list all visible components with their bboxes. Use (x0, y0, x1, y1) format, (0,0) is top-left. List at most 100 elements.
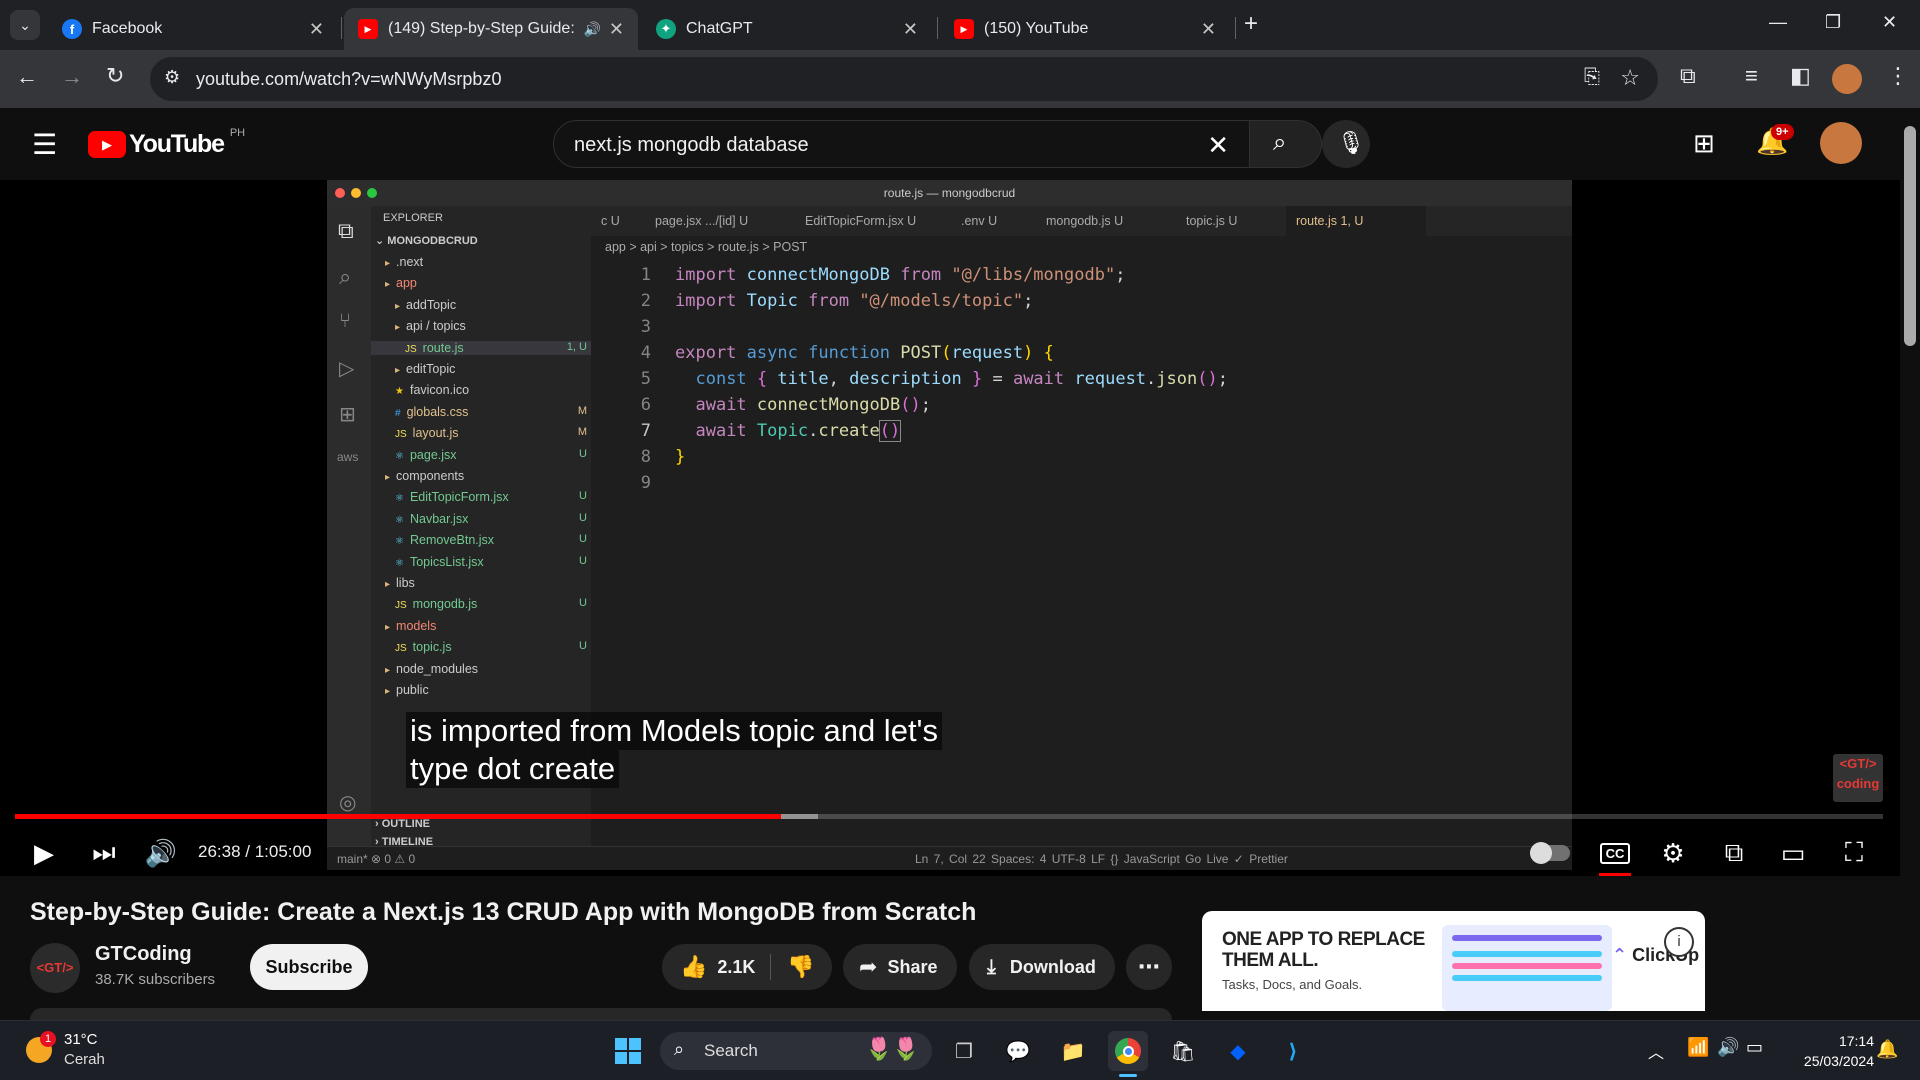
file-tree-label: public (396, 683, 429, 697)
channel-watermark[interactable]: <GT/> coding (1833, 754, 1883, 802)
search-input[interactable]: next.js mongodb database ✕ (553, 120, 1250, 168)
git-status: U (579, 597, 587, 610)
address-bar[interactable]: ⚙ youtube.com/watch?v=wNWyMsrpbz0 ⎘ ☆ (150, 57, 1658, 101)
channel-avatar[interactable]: <GT/> (30, 943, 80, 993)
file-tree-item: ▸ addTopic (395, 298, 591, 312)
dislike-button[interactable]: 👎 (771, 954, 814, 980)
youtube-play-logo-icon: ▶ (88, 131, 126, 158)
install-app-icon[interactable]: ⎘ (1584, 66, 1600, 89)
audio-playing-icon[interactable]: 🔊 (583, 21, 600, 38)
youtube-header: ☰ ▶ YouTube PH next.js mongodb database … (0, 108, 1900, 180)
close-tab-icon[interactable]: ✕ (1201, 19, 1216, 40)
browser-tab-youtube-video[interactable]: ▶ (149) Step-by-Step Guide: C 🔊 ✕ (344, 8, 638, 50)
media-control-icon[interactable]: ≡ (1745, 63, 1758, 89)
profile-avatar[interactable] (1832, 64, 1862, 94)
outline-section: › OUTLINE (375, 818, 431, 830)
autoplay-toggle[interactable] (1527, 830, 1573, 876)
editor-tab: .env U (961, 214, 998, 228)
like-button[interactable]: 👍 2.1K (662, 954, 770, 980)
close-window-icon[interactable]: ✕ (1882, 12, 1897, 33)
miniplayer-icon[interactable]: ⧉ (1716, 830, 1752, 876)
create-video-icon[interactable]: ⊞ (1693, 128, 1715, 159)
search-query-text[interactable]: next.js mongodb database (574, 134, 809, 157)
close-tab-icon[interactable]: ✕ (309, 19, 324, 40)
extensions-icon[interactable]: ⧉ (1680, 63, 1696, 89)
file-tree-label: app (396, 276, 417, 291)
new-tab-button[interactable]: + (1244, 10, 1258, 38)
aws-icon: aws (337, 450, 359, 464)
browser-tab-facebook[interactable]: f Facebook ✕ (48, 8, 338, 50)
youtube-logo[interactable]: ▶ YouTube PH (88, 127, 245, 159)
description-box-top[interactable] (30, 1008, 1172, 1020)
tab-search-button[interactable]: ⌄ (10, 10, 40, 40)
start-button[interactable] (608, 1031, 648, 1071)
task-view-icon[interactable]: ❐ (944, 1031, 984, 1071)
back-icon[interactable]: ← (16, 64, 38, 90)
clear-search-icon[interactable]: ✕ (1207, 130, 1229, 161)
share-button[interactable]: ➦ Share (843, 944, 957, 990)
side-panel-icon[interactable]: ◧ (1790, 63, 1811, 89)
editor-tab: page.jsx .../[id] U (655, 214, 749, 228)
forward-icon[interactable]: → (61, 64, 83, 90)
file-tree-label: mongodb.js (412, 597, 478, 612)
settings-gear-icon[interactable]: ⚙ (1655, 830, 1691, 876)
account-avatar[interactable] (1820, 122, 1862, 164)
file-tree-label: topic.js (412, 640, 452, 655)
volume-icon[interactable]: 🔊 (143, 830, 179, 876)
guide-menu-icon[interactable]: ☰ (32, 128, 57, 161)
progress-bar[interactable] (15, 814, 1883, 819)
chrome-icon[interactable] (1108, 1031, 1148, 1071)
speaker-icon[interactable]: 🔊 (1717, 1037, 1739, 1058)
file-tree-label: page.jsx (409, 447, 457, 462)
more-actions-button[interactable]: ⋯ (1126, 944, 1172, 990)
file-explorer-icon[interactable]: 📁 (1053, 1031, 1093, 1071)
browser-tab-strip: ⌄ f Facebook ✕ ▶ (149) Step-by-Step Guid… (0, 0, 1920, 50)
chat-app-icon[interactable]: 💬 (998, 1031, 1038, 1071)
clickup-icon: ⌃ (1612, 945, 1628, 965)
minimize-icon[interactable]: — (1769, 12, 1787, 33)
ad-info-icon[interactable]: i (1664, 927, 1694, 957)
dropbox-icon[interactable]: ◆ (1218, 1031, 1258, 1071)
file-tree-item: ▸ app (385, 276, 591, 290)
thumbs-down-icon: 👎 (787, 954, 815, 979)
browser-tab-chatgpt[interactable]: ✦ ChatGPT ✕ (642, 8, 932, 50)
close-tab-icon[interactable]: ✕ (609, 19, 624, 40)
taskbar-search-box[interactable]: ⌕ Search 🌷🌷 (660, 1032, 932, 1070)
browser-toolbar: ← → ↻ ⚙ youtube.com/watch?v=wNWyMsrpbz0 … (0, 50, 1920, 108)
wifi-icon[interactable]: 📶 (1687, 1037, 1709, 1058)
url-text[interactable]: youtube.com/watch?v=wNWyMsrpbz0 (196, 69, 501, 90)
file-tree-item: JS layout.js M (395, 426, 591, 440)
close-tab-icon[interactable]: ✕ (903, 19, 918, 40)
subscribe-button[interactable]: Subscribe (250, 944, 368, 990)
subtitles-icon[interactable]: CC (1597, 830, 1633, 876)
browser-tab-youtube-home[interactable]: ▶ (150) YouTube ✕ (940, 8, 1230, 50)
chrome-menu-icon[interactable]: ⋮ (1887, 63, 1909, 89)
notification-center-icon[interactable]: 🔔 (1876, 1039, 1898, 1060)
fullscreen-icon[interactable]: ⛶ (1836, 830, 1872, 876)
search-button[interactable]: ⌕ (1250, 120, 1322, 168)
download-button[interactable]: ⤓ Download (969, 944, 1115, 990)
voice-search-button[interactable]: 🎙 (1322, 120, 1370, 168)
file-icon: ⚛ (395, 557, 404, 569)
theater-mode-icon[interactable]: ▭ (1775, 830, 1811, 876)
restore-icon[interactable]: ❐ (1825, 12, 1841, 33)
caption-line: is imported from Models topic and let's (406, 712, 942, 750)
reload-icon[interactable]: ↻ (106, 63, 124, 89)
folder-icon: ▸ (395, 322, 401, 334)
show-hidden-icons-icon[interactable]: ︿ (1648, 1039, 1664, 1063)
page-scrollbar[interactable] (1900, 108, 1920, 1020)
clock[interactable]: 17:14 25/03/2024 (1784, 1031, 1874, 1071)
closed-captions: is imported from Models topic and let's … (406, 712, 942, 788)
ad-banner[interactable]: ONE APP TO REPLACE THEM ALL. Tasks, Docs… (1202, 911, 1705, 1011)
microsoft-store-icon[interactable]: 🛍 (1163, 1031, 1203, 1071)
channel-name[interactable]: GTCoding (95, 943, 192, 966)
battery-icon[interactable]: ▭ (1746, 1037, 1763, 1058)
scrollbar-thumb[interactable] (1904, 126, 1916, 346)
video-player[interactable]: route.js — mongodbcrud ⧉ ⌕ ⑂ ▷ ⊞ aws ◎ E… (0, 180, 1900, 876)
vscode-icon[interactable]: ⟩ (1273, 1031, 1313, 1071)
play-icon[interactable]: ▶ (26, 830, 62, 876)
site-info-icon[interactable]: ⚙ (164, 67, 180, 88)
bookmark-star-icon[interactable]: ☆ (1620, 65, 1640, 91)
weather-widget[interactable]: 1 31°C Cerah (26, 1031, 146, 1071)
next-video-icon[interactable]: ⏭ (86, 830, 122, 876)
